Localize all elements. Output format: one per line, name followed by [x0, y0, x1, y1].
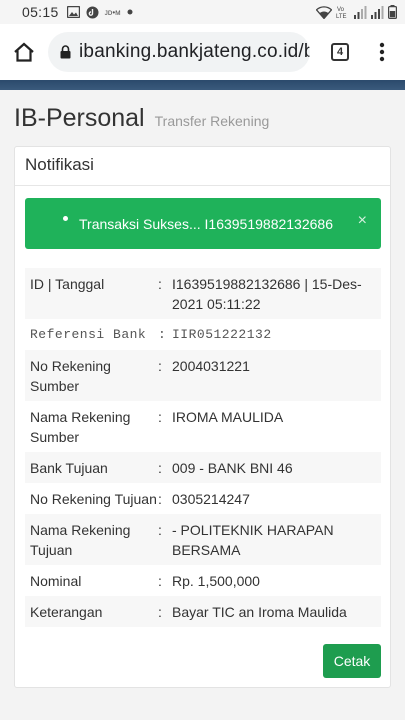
- status-bar: 05:15 ᴊᴅ•ᴍ Vo LTE: [0, 0, 405, 24]
- row-value: I1639519882132686 | 15-Des-2021 05:11:22: [172, 276, 362, 312]
- row-label: Referensi Bank: [30, 327, 147, 342]
- card-title: Notifikasi: [25, 155, 94, 174]
- table-row: Nama Rekening Tujuan : - POLITEKNIK HARA…: [25, 514, 381, 565]
- table-row: Nama Rekening Sumber : IROMA MAULIDA: [25, 401, 381, 452]
- more-vert-icon: [379, 42, 385, 62]
- row-colon: :: [158, 358, 162, 374]
- tab-count: 4: [331, 43, 349, 61]
- status-right-icons: Vo LTE: [316, 5, 397, 19]
- row-colon: :: [158, 604, 162, 620]
- row-colon: :: [158, 573, 162, 589]
- url-text: ibanking.bankjateng.co.id/bp: [79, 41, 310, 62]
- notification-card: Notifikasi Transaksi Sukses... I16395198…: [14, 146, 391, 688]
- page-subtitle: Transfer Rekening: [154, 113, 270, 129]
- row-value: Rp. 1,500,000: [172, 573, 260, 589]
- row-colon: :: [158, 409, 162, 425]
- lock-icon: [60, 45, 71, 59]
- row-colon: :: [158, 491, 162, 507]
- address-bar[interactable]: ibanking.bankjateng.co.id/bp: [48, 32, 310, 72]
- bullet-icon: [63, 216, 68, 221]
- table-row: Keterangan : Bayar TIC an Iroma Maulida: [25, 596, 381, 627]
- dot-icon: [127, 9, 133, 15]
- page-content: IB-Personal Transfer Rekening Notifikasi…: [0, 90, 405, 720]
- card-divider: [15, 185, 390, 186]
- browser-toolbar: ibanking.bankjateng.co.id/bp 4: [0, 24, 405, 80]
- signal-icon: [354, 5, 367, 19]
- battery-icon: [388, 5, 397, 19]
- volte-icon: VoLTE: [336, 7, 347, 19]
- table-row: Bank Tujuan : 009 - BANK BNI 46: [25, 452, 381, 483]
- row-label: Nama Rekening Tujuan: [30, 522, 131, 558]
- home-button[interactable]: [0, 28, 48, 76]
- browser-menu-button[interactable]: [364, 28, 400, 76]
- row-colon: :: [158, 327, 167, 342]
- table-row: ID | Tanggal : I1639519882132686 | 15-De…: [25, 268, 381, 319]
- table-row: Nominal : Rp. 1,500,000: [25, 565, 381, 596]
- row-value: Bayar TIC an Iroma Maulida: [172, 604, 347, 620]
- close-icon[interactable]: ×: [358, 212, 367, 230]
- svg-text:LTE: LTE: [336, 14, 347, 19]
- row-colon: :: [158, 276, 162, 292]
- print-button[interactable]: Cetak: [323, 644, 381, 678]
- row-colon: :: [158, 522, 162, 538]
- row-value: IROMA MAULIDA: [172, 409, 284, 425]
- home-icon: [14, 42, 34, 62]
- page-title: IB-Personal: [14, 104, 145, 132]
- status-left-icons: ᴊᴅ•ᴍ: [66, 6, 133, 19]
- row-label: Nominal: [30, 573, 82, 589]
- row-colon: :: [158, 460, 162, 476]
- row-value: 0305214247: [172, 491, 250, 507]
- alert-message: Transaksi Sukses... I1639519882132686: [79, 215, 333, 232]
- success-alert: Transaksi Sukses... I1639519882132686 ×: [25, 198, 381, 249]
- wifi-icon: [316, 5, 332, 19]
- svg-text:Vo: Vo: [337, 7, 345, 13]
- image-icon: [66, 6, 80, 18]
- page-header: IB-Personal Transfer Rekening: [14, 104, 269, 133]
- row-label: No Rekening Sumber: [30, 358, 111, 394]
- table-row: Referensi Bank : IIR051222132: [25, 319, 381, 350]
- site-top-bar: [0, 80, 405, 90]
- signal-icon: [371, 5, 384, 19]
- table-row: No Rekening Sumber : 2004031221: [25, 350, 381, 401]
- row-value: IIR051222132: [172, 327, 272, 342]
- row-value: 2004031221: [172, 358, 250, 374]
- status-time: 05:15: [22, 4, 59, 20]
- notification-text-icon: ᴊᴅ•ᴍ: [104, 7, 121, 17]
- row-value: 009 - BANK BNI 46: [172, 460, 293, 476]
- row-value: - POLITEKNIK HARAPAN BERSAMA: [172, 522, 334, 558]
- row-label: No Rekening Tujuan: [30, 491, 157, 507]
- row-label: Keterangan: [30, 604, 103, 620]
- table-row: No Rekening Tujuan : 0305214247: [25, 483, 381, 514]
- row-label: Bank Tujuan: [30, 460, 108, 476]
- row-label: Nama Rekening Sumber: [30, 409, 131, 445]
- transaction-details: ID | Tanggal : I1639519882132686 | 15-De…: [25, 268, 381, 627]
- tab-switcher-button[interactable]: 4: [316, 28, 364, 76]
- row-label: ID | Tanggal: [30, 276, 105, 292]
- app-icon: [86, 6, 99, 18]
